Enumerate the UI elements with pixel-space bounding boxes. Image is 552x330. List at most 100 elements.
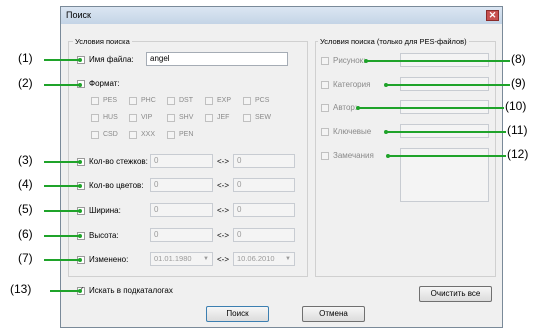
callout-4: (4) [18,177,33,191]
format-phc-checkbox[interactable] [129,97,137,105]
category-checkbox[interactable] [321,81,329,89]
callout-dot [78,160,82,164]
format-shv-label: SHV [179,114,194,121]
chevron-down-icon: ▼ [285,256,291,262]
callout-line [44,210,79,212]
callout-8: (8) [511,52,526,66]
callout-dot [78,289,82,293]
category-label: Категория [333,80,371,89]
picture-checkbox[interactable] [321,57,329,65]
color-count-label: Кол-во цветов: [89,181,144,190]
format-pcs-label: PCS [255,97,270,104]
modified-to-date[interactable]: 10.06.2010 ▼ [233,252,295,266]
color-count-from-input[interactable]: 0 [150,178,213,192]
notes-checkbox[interactable] [321,152,329,160]
callout-dot [78,234,82,238]
callout-line [358,107,504,109]
callout-line [386,131,506,133]
callout-line [386,84,510,86]
format-pcs-checkbox[interactable] [243,97,251,105]
range-separator: <-> [217,157,230,166]
callout-dot [78,58,82,62]
callout-3: (3) [18,153,33,167]
callout-2: (2) [18,76,33,90]
callout-9: (9) [511,76,526,90]
title-bar [61,7,502,24]
format-sew-checkbox[interactable] [243,114,251,122]
width-from-input[interactable]: 0 [150,203,213,217]
height-to-input[interactable]: 0 [233,228,295,242]
callout-dot [78,209,82,213]
format-shv-checkbox[interactable] [167,114,175,122]
format-pes-checkbox[interactable] [91,97,99,105]
format-sew-label: SEW [255,114,271,121]
modified-from-date[interactable]: 01.01.1980 ▼ [150,252,213,266]
chevron-down-icon: ▼ [203,256,209,262]
callout-7: (7) [18,251,33,265]
subfolders-label: Искать в подкаталогах [89,286,173,295]
color-count-to-input[interactable]: 0 [233,178,295,192]
format-exp-checkbox[interactable] [205,97,213,105]
modified-to-value: 10.06.2010 [237,254,275,263]
format-xxx-checkbox[interactable] [129,131,137,139]
format-vip-label: VIP [141,114,153,121]
callout-line [388,155,506,157]
range-separator: <-> [217,231,230,240]
callout-line [44,235,79,237]
callout-13: (13) [10,282,32,296]
author-checkbox[interactable] [321,104,329,112]
pes-conditions-title: Условия поиска (только для PES-файлов) [318,37,469,46]
format-csd-checkbox[interactable] [91,131,99,139]
callout-5: (5) [18,202,33,216]
width-label: Ширина: [89,206,121,215]
notes-label: Замечания [333,151,374,160]
callout-line [44,185,79,187]
callout-line [44,84,79,86]
format-xxx-label: XXX [141,131,156,138]
format-jef-checkbox[interactable] [205,114,213,122]
range-separator: <-> [217,181,230,190]
filename-label: Имя файла: [89,55,134,64]
callout-1: (1) [18,51,33,65]
format-pen-label: PEN [179,131,194,138]
format-hus-checkbox[interactable] [91,114,99,122]
format-dst-checkbox[interactable] [167,97,175,105]
stitch-count-from-input[interactable]: 0 [150,154,213,168]
callout-line [44,161,79,163]
modified-label: Изменено: [89,255,129,264]
keywords-label: Ключевые [333,127,372,136]
callout-line [366,60,510,62]
keywords-checkbox[interactable] [321,128,329,136]
format-label: Формат: [89,79,120,88]
callout-line [50,290,79,292]
stitch-count-to-input[interactable]: 0 [233,154,295,168]
callout-line [44,59,79,61]
format-exp-label: EXP [217,97,232,104]
height-label: Высота: [89,231,119,240]
format-pes-label: PES [103,97,118,104]
stitch-count-label: Кол-во стежков: [89,157,148,166]
callout-dot [78,83,82,87]
format-pen-checkbox[interactable] [167,131,175,139]
format-jef-label: JEF [217,114,230,121]
width-to-input[interactable]: 0 [233,203,295,217]
search-button[interactable]: Поиск [206,306,269,322]
format-csd-label: CSD [103,131,118,138]
close-button[interactable]: ✕ [486,10,499,21]
callout-dot [78,184,82,188]
callout-12: (12) [507,147,529,161]
window-title: Поиск [66,10,91,20]
clear-all-button[interactable]: Очистить все [419,286,492,302]
format-vip-checkbox[interactable] [129,114,137,122]
range-separator: <-> [217,255,230,264]
picture-label: Рисунок: [333,56,366,65]
height-from-input[interactable]: 0 [150,228,213,242]
format-dst-label: DST [179,97,193,104]
author-label: Автор: [333,103,358,112]
callout-11: (11) [507,123,528,137]
filename-input[interactable]: angel [146,52,288,66]
search-conditions-title: Условия поиска [73,37,132,46]
callout-10: (10) [505,99,527,113]
cancel-button[interactable]: Отмена [302,306,365,322]
format-hus-label: HUS [103,114,118,121]
